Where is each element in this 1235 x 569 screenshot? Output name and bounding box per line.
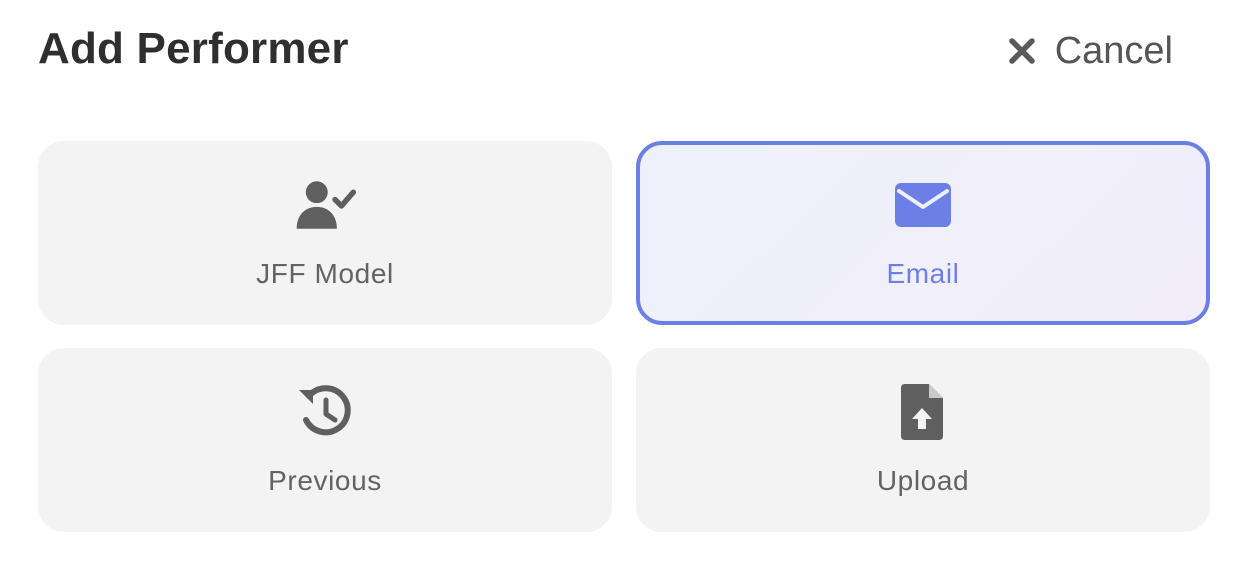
option-email[interactable]: Email: [636, 141, 1210, 325]
option-label: Previous: [268, 465, 382, 496]
dialog-header: Add Performer Cancel: [38, 0, 1173, 100]
performer-source-options: JFF Model Email Previous Upload: [38, 141, 1210, 532]
option-label: Upload: [876, 465, 970, 496]
option-previous[interactable]: Previous: [38, 348, 612, 532]
cancel-label: Cancel: [1054, 30, 1173, 72]
option-jff-model[interactable]: JFF Model: [38, 141, 612, 325]
envelope-icon: [891, 173, 955, 237]
cancel-button[interactable]: Cancel: [1007, 27, 1173, 75]
dialog-title: Add Performer: [38, 24, 349, 73]
option-label: Email: [886, 258, 960, 289]
history-icon: [293, 380, 357, 444]
option-label: JFF Model: [256, 258, 394, 289]
close-icon: [1007, 36, 1037, 66]
user-check-icon: [293, 173, 357, 237]
option-upload[interactable]: Upload: [636, 348, 1210, 532]
file-upload-icon: [891, 380, 955, 444]
